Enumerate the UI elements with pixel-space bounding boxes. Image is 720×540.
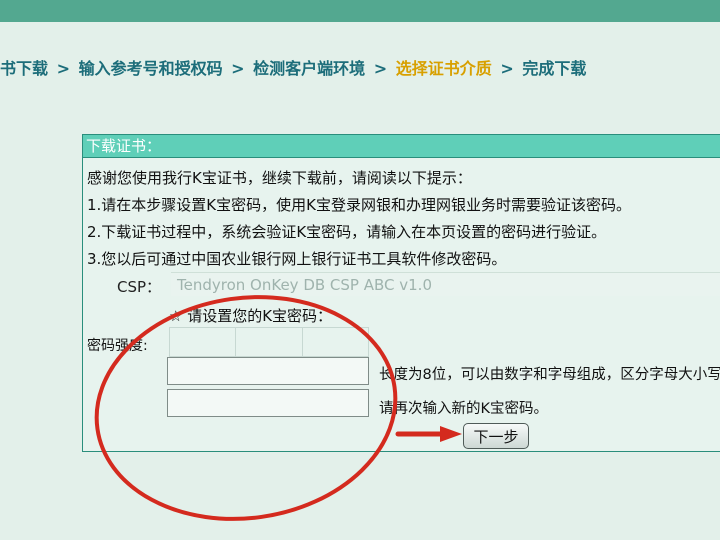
confirm-password-hint: 请再次输入新的K宝密码。 (379, 401, 549, 417)
csp-label: CSP： (117, 278, 162, 296)
csp-select[interactable]: Tendyron OnKey DB CSP ABC v1.0 (171, 272, 720, 296)
breadcrumb-step-enter-codes: 输入参考号和授权码 (78, 59, 223, 78)
breadcrumb-step-finish: 完成下载 (522, 59, 587, 78)
password-strength-label: 密码强度: (87, 338, 148, 354)
set-password-prompt: ☆ 请设置您的K宝密码： (169, 307, 333, 325)
password-hint: 长度为8位，可以由数字和字母组成，区分字母大小写 (379, 367, 720, 383)
breadcrumb-separator: > (500, 59, 514, 78)
note-3: 3.您以后可通过中国农业银行网上银行证书工具软件修改密码。 (87, 250, 507, 268)
breadcrumb-step-check-client: 检测客户端环境 (253, 59, 366, 78)
intro-text: 感谢您使用我行K宝证书，继续下载前，请阅读以下提示： (87, 169, 472, 187)
breadcrumb: 证书下载 > 输入参考号和授权码 > 检测客户端环境 > 选择证书介质 > 完成… (0, 56, 720, 82)
confirm-password-input[interactable] (167, 389, 369, 417)
breadcrumb-separator: > (231, 59, 245, 78)
download-cert-panel: 下载证书： 感谢您使用我行K宝证书，继续下载前，请阅读以下提示： 1.请在本步骤… (82, 134, 720, 452)
note-2: 2.下载证书过程中，系统会验证K宝密码，请输入在本页设置的密码进行验证。 (87, 223, 607, 241)
note-1: 1.请在本步骤设置K宝密码，使用K宝登录网银和办理网银业务时需要验证该密码。 (87, 196, 631, 214)
panel-title: 下载证书： (83, 135, 720, 158)
password-strength-meter (169, 327, 369, 357)
breadcrumb-step-select-media: 选择证书介质 (395, 59, 492, 78)
top-banner-strip (0, 0, 720, 22)
strength-segment-medium (236, 328, 303, 356)
new-password-input[interactable] (167, 357, 369, 385)
breadcrumb-separator: > (56, 59, 70, 78)
breadcrumb-step-cert-download: 证书下载 (0, 59, 49, 78)
next-step-button[interactable]: 下一步 (463, 423, 529, 449)
breadcrumb-separator: > (373, 59, 388, 78)
strength-segment-weak (170, 328, 237, 356)
strength-segment-strong (303, 328, 368, 356)
